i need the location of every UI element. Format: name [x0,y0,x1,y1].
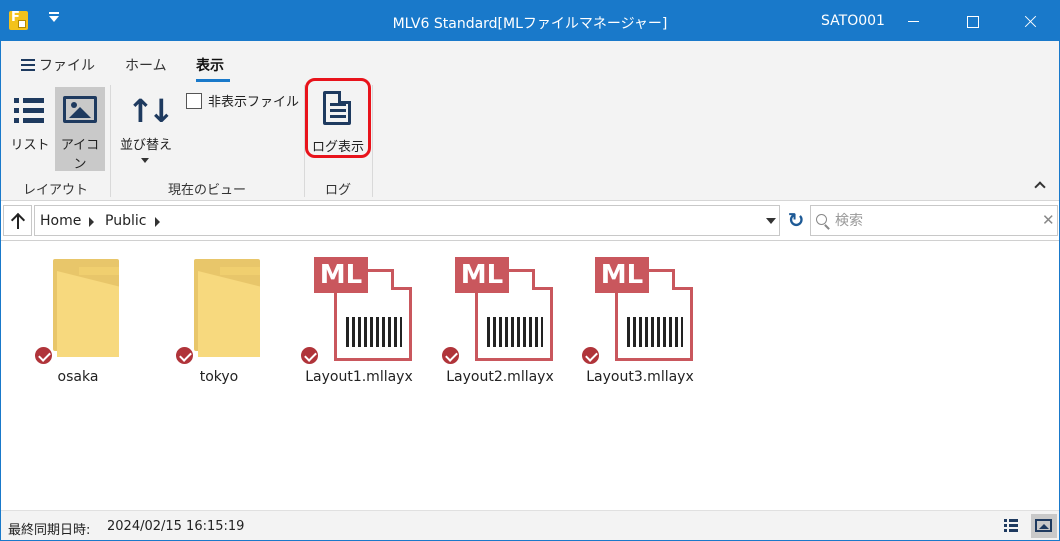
group-divider [372,85,373,197]
breadcrumb-home[interactable]: Home [40,213,81,229]
file-item-layout[interactable]: ML Layout1.mllayx [299,257,419,392]
ml-badge: ML [314,257,368,293]
ml-badge: ML [595,257,649,293]
barcode-icon [627,317,683,347]
barcode-icon [487,317,543,347]
chevron-right-icon[interactable] [89,217,94,227]
collapse-ribbon-icon[interactable] [1034,181,1046,193]
up-folder-button[interactable] [3,205,32,236]
sync-check-icon [174,345,195,366]
folder-icon [194,259,268,357]
folder-icon [53,259,127,357]
ribbon: ファイル ホーム 表示 リスト アイコン レイアウト ↑↓ 並び替え 非表示ファ… [1,41,1059,201]
file-view[interactable]: osaka tokyo ML Layout1.mllayx ML Layout2… [1,242,1059,510]
log-view-button[interactable]: ログ表示 [305,78,371,158]
group-label-layout: レイアウト [22,183,88,198]
group-label-log: ログ [324,183,351,198]
tab-home[interactable]: ホーム [125,55,167,75]
list-view-button[interactable]: リスト [9,90,51,158]
minimize-button[interactable] [888,1,938,41]
file-name: Layout3.mllayx [586,369,694,385]
breadcrumb[interactable]: Home Public [34,205,780,236]
file-name: tokyo [199,369,239,385]
icon-view-button[interactable]: アイコン [55,87,105,172]
user-name: SATO001 [821,13,885,29]
file-item-folder[interactable]: tokyo [159,257,279,392]
hidden-files-toggle[interactable]: 非表示ファイル [186,91,299,110]
ml-layout-file-icon: ML [595,257,695,363]
ml-layout-file-icon: ML [455,257,555,363]
title-bar[interactable]: F MLV6 Standard[MLファイルマネージャー] SATO001 [1,1,1059,41]
refresh-button[interactable]: ↻ [783,205,809,236]
tab-file[interactable]: ファイル [21,55,95,75]
close-button[interactable] [1005,1,1055,41]
file-item-folder[interactable]: osaka [18,257,138,392]
sync-check-icon [33,345,54,366]
sync-check-icon [580,345,601,366]
ml-badge: ML [455,257,509,293]
statusbar-list-view-icon[interactable] [1001,518,1023,534]
hidden-files-checkbox[interactable] [186,93,202,109]
barcode-icon [346,317,402,347]
maximize-button[interactable] [947,1,997,41]
last-sync-time: 2024/02/15 16:15:19 [107,519,245,534]
clear-search-icon[interactable]: ✕ [1042,211,1055,229]
file-item-layout[interactable]: ML Layout2.mllayx [440,257,560,392]
sync-check-icon [299,345,320,366]
sync-check-icon [440,345,461,366]
file-name: Layout2.mllayx [446,369,554,385]
active-tab-indicator [196,79,230,82]
sort-arrows-icon: ↑↓ [127,92,175,130]
breadcrumb-public[interactable]: Public [105,213,146,229]
group-label-current-view: 現在のビュー [167,183,246,198]
chevron-right-icon[interactable] [155,217,160,227]
search-input[interactable] [835,210,1035,232]
address-bar: Home Public ↻ ✕ [1,202,1059,241]
log-document-icon [323,91,351,125]
picture-icon [1035,519,1052,532]
last-sync-label: 最終同期日時: [8,523,91,538]
search-box[interactable]: ✕ [810,205,1058,236]
file-name: Layout1.mllayx [305,369,413,385]
file-name: osaka [57,369,99,385]
file-item-layout[interactable]: ML Layout3.mllayx [580,257,700,392]
list-view-icon [14,98,46,124]
icon-view-label: アイコン [60,138,100,172]
tab-file-label: ファイル [39,58,95,74]
search-icon [816,214,827,225]
log-view-label: ログ表示 [311,140,364,155]
statusbar-icon-view-button[interactable] [1031,514,1057,538]
sort-dropdown-icon [141,158,149,163]
sort-label: 並び替え [119,138,172,153]
hidden-files-label: 非表示ファイル [208,95,300,110]
ml-layout-file-icon: ML [314,257,414,363]
status-bar: 最終同期日時: 2024/02/15 16:15:19 [1,510,1059,540]
picture-icon [63,96,97,123]
list-icon [21,59,35,71]
tab-view[interactable]: 表示 [196,55,224,75]
address-history-dropdown-icon[interactable] [766,218,776,224]
list-view-label: リスト [10,138,50,153]
app-window: F MLV6 Standard[MLファイルマネージャー] SATO001 ファ… [0,0,1060,541]
sort-button[interactable]: ↑↓ 並び替え [115,90,177,166]
